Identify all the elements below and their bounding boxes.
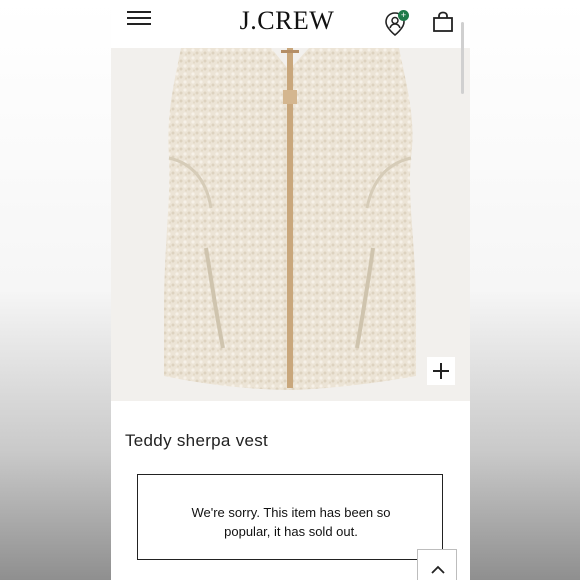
- soldout-notice: We're sorry. This item has been so popul…: [137, 474, 443, 560]
- zoom-plus-icon[interactable]: [427, 357, 455, 385]
- background-right: [470, 0, 580, 580]
- background-left: [0, 0, 111, 580]
- chevron-up-icon: [431, 565, 445, 574]
- site-header: J.CREW +: [111, 0, 470, 48]
- soldout-message: We're sorry. This item has been so popul…: [191, 505, 391, 539]
- shopping-bag-icon[interactable]: [432, 11, 454, 33]
- product-title: Teddy sherpa vest: [125, 431, 269, 450]
- phone-screen: J.CREW + Teddy sherpa vest We're sorry. …: [111, 0, 470, 580]
- hamburger-menu-icon[interactable]: [127, 11, 151, 29]
- vest-illustration: [164, 48, 416, 390]
- account-badge: +: [398, 10, 409, 21]
- brand-logo[interactable]: J.CREW: [231, 6, 343, 36]
- product-image[interactable]: [111, 48, 470, 401]
- back-to-top-button[interactable]: [417, 549, 457, 580]
- scrollbar[interactable]: [461, 22, 464, 94]
